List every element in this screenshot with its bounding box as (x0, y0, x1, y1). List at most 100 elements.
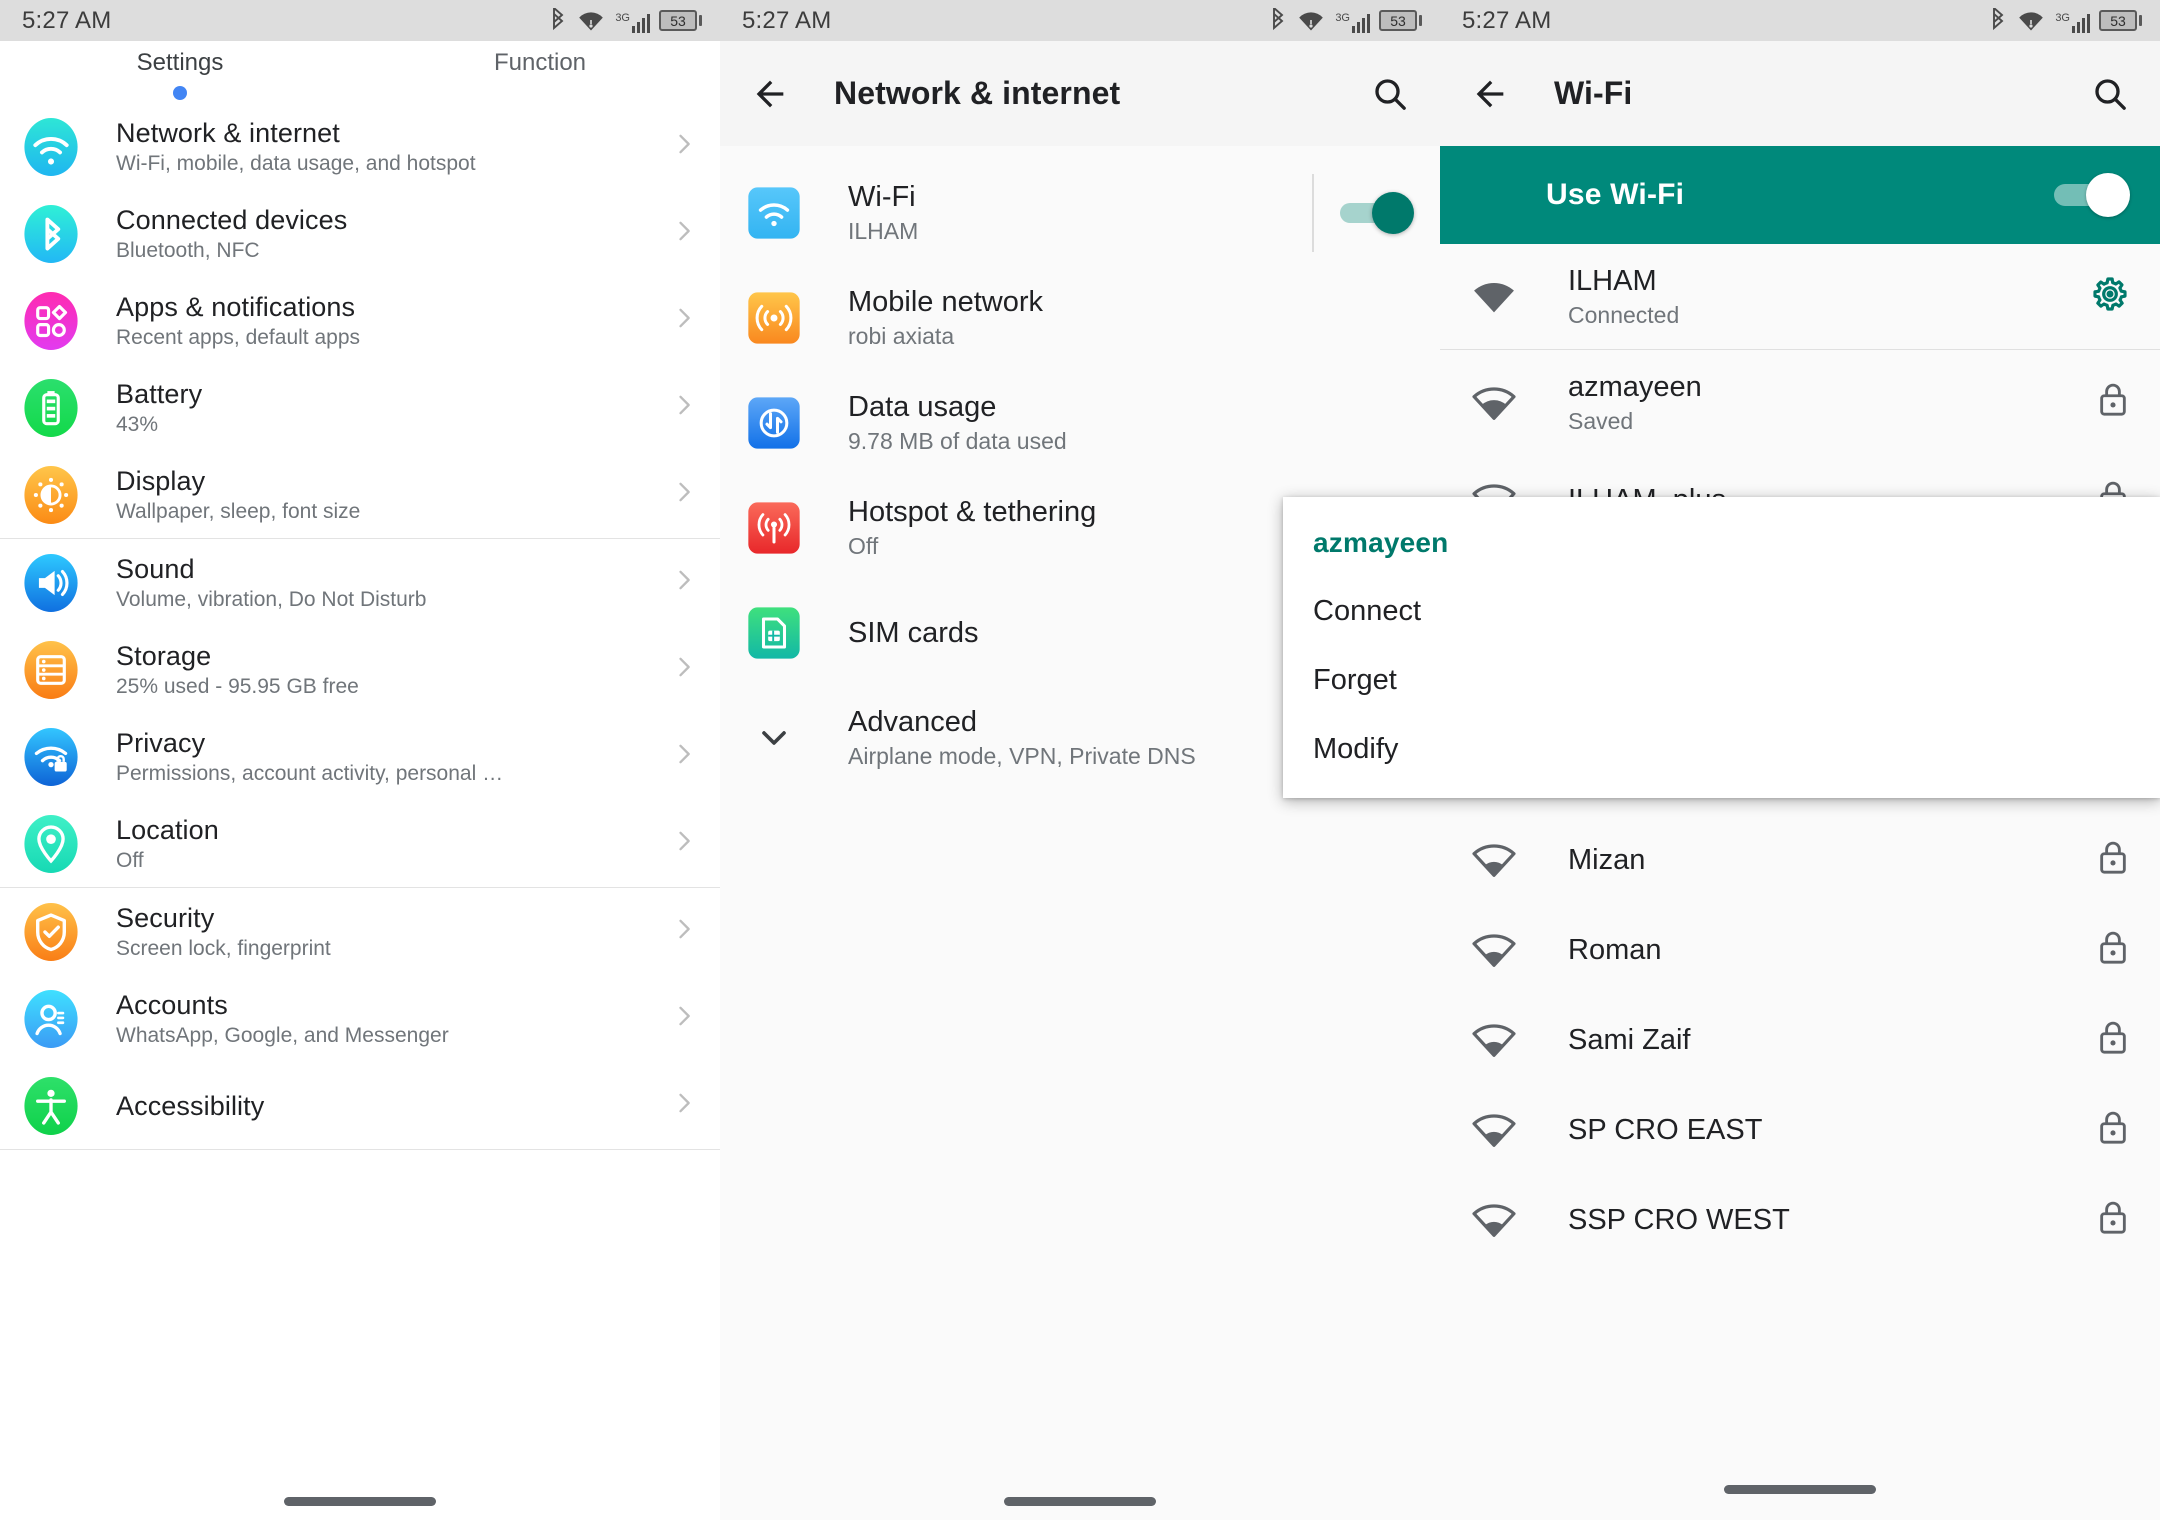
network-row-subtitle: 9.78 MB of data used (848, 427, 1414, 455)
bluetooth-icon (1989, 8, 2007, 34)
back-arrow-icon[interactable] (1470, 74, 1510, 114)
wifi-ssid-label: azmayeen (1568, 370, 2082, 404)
wifi-signal-icon (1466, 1017, 1522, 1063)
gesture-nav-bar[interactable] (1004, 1497, 1156, 1506)
tab-settings-label: Settings (137, 49, 224, 77)
context-menu-item-forget[interactable]: Forget (1283, 646, 2160, 715)
wifi-network-row[interactable]: Mizan (1440, 815, 2160, 905)
battery-icon: 53 (659, 10, 702, 31)
settings-row-network-internet[interactable]: Network & internetWi-Fi, mobile, data us… (0, 103, 720, 190)
settings-row-security[interactable]: SecurityScreen lock, fingerprint (0, 888, 720, 975)
chevron-right-icon (670, 217, 698, 250)
network-row-title: Data usage (848, 390, 1414, 424)
wifi-signal-icon (576, 9, 606, 33)
use-wifi-row[interactable]: Use Wi-Fi (1440, 146, 2160, 244)
gesture-nav-bar[interactable] (1724, 1485, 1876, 1494)
context-menu-item-connect[interactable]: Connect (1283, 577, 2160, 646)
settings-row-accessibility[interactable]: Accessibility (0, 1062, 720, 1149)
wifi-network-row[interactable]: SSP CRO WEST (1440, 1175, 2160, 1265)
storage-icon (22, 641, 80, 699)
data-usage-icon (746, 395, 802, 451)
settings-row-location[interactable]: LocationOff (0, 800, 720, 887)
chevron-down-icon[interactable] (746, 710, 802, 766)
network-type-label: 3G (1335, 13, 1350, 23)
settings-row-battery[interactable]: Battery43% (0, 364, 720, 451)
network-row-subtitle: ILHAM (848, 217, 1312, 245)
settings-row-display[interactable]: DisplayWallpaper, sleep, font size (0, 451, 720, 538)
context-menu-item-modify[interactable]: Modify (1283, 715, 2160, 784)
settings-row-accounts[interactable]: AccountsWhatsApp, Google, and Messenger (0, 975, 720, 1062)
cellular-signal-icon: 3G (1335, 9, 1370, 33)
network-row-mobile-network[interactable]: Mobile networkrobi axiata (720, 265, 1440, 370)
network-row-title: Mobile network (848, 285, 1414, 319)
bluetooth-icon (1269, 8, 1287, 34)
wifi-ssid-label: Sami Zaif (1568, 1023, 2082, 1057)
settings-row-title: Battery (116, 378, 670, 410)
settings-row-title: Network & internet (116, 117, 670, 149)
back-arrow-icon[interactable] (750, 74, 790, 114)
settings-group: Network & internetWi-Fi, mobile, data us… (0, 103, 720, 539)
wifi-network-row[interactable]: SP CRO EAST (1440, 1085, 2160, 1175)
wifi-ssid-label: Mizan (1568, 843, 2082, 877)
chevron-right-icon (670, 1089, 698, 1117)
brightness-icon (22, 466, 80, 524)
search-icon[interactable] (2090, 74, 2130, 114)
battery-level-label: 53 (670, 14, 686, 28)
wifi-status-label: Connected (1568, 301, 2076, 329)
bluetooth-icon (549, 8, 567, 34)
settings-row-connected-devices[interactable]: Connected devicesBluetooth, NFC (0, 190, 720, 277)
settings-row-storage[interactable]: Storage25% used - 95.95 GB free (0, 626, 720, 713)
status-bar-icons: 3G 53 (1269, 8, 1422, 34)
wifi-network-row[interactable]: ILHAMConnected (1440, 244, 2160, 349)
settings-row-subtitle: Wallpaper, sleep, font size (116, 499, 506, 525)
settings-group: SecurityScreen lock, fingerprintAccounts… (0, 888, 720, 1150)
settings-list: Network & internetWi-Fi, mobile, data us… (0, 103, 720, 1150)
use-wifi-toggle[interactable] (2054, 173, 2130, 217)
wifi-network-row[interactable]: Sami Zaif (1440, 995, 2160, 1085)
chevron-right-icon (670, 740, 698, 773)
chevron-right-icon (670, 304, 698, 337)
page-title: Network & internet (834, 75, 1120, 112)
settings-row-subtitle: Volume, vibration, Do Not Disturb (116, 587, 506, 613)
chevron-right-icon (670, 391, 698, 424)
search-icon[interactable] (1370, 74, 1410, 114)
wifi-signal-icon (1466, 927, 1522, 973)
network-appbar: Network & internet (720, 41, 1440, 146)
wifi-network-row[interactable]: Roman (1440, 905, 2160, 995)
settings-row-title: Accounts (116, 989, 670, 1021)
settings-row-title: Privacy (116, 727, 670, 759)
settings-row-subtitle: 43% (116, 412, 506, 438)
wifi-toggle[interactable] (1340, 198, 1414, 228)
gear-icon[interactable] (2090, 274, 2130, 314)
settings-row-title: Sound (116, 553, 670, 585)
wifi-signal-icon (1466, 1107, 1522, 1153)
chevron-right-icon (670, 827, 698, 860)
wifi-icon (22, 118, 80, 176)
tab-active-indicator (173, 86, 187, 100)
chevron-right-icon (670, 304, 698, 332)
cellular-signal-icon: 3G (2055, 9, 2090, 33)
settings-row-privacy[interactable]: PrivacyPermissions, account activity, pe… (0, 713, 720, 800)
hotspot-icon (746, 500, 802, 556)
settings-row-title: Display (116, 465, 670, 497)
status-bar-clock: 5:27 AM (1462, 7, 1551, 35)
gear-icon[interactable] (2090, 301, 2130, 318)
tab-function[interactable]: Function (360, 49, 720, 103)
chevron-right-icon (670, 478, 698, 506)
status-bar: 5:27 AM 3G 53 (0, 0, 720, 41)
status-bar-icons: 3G 53 (1989, 8, 2142, 34)
location-pin-icon (22, 815, 80, 873)
privacy-lock-icon (22, 728, 80, 786)
settings-row-sound[interactable]: SoundVolume, vibration, Do Not Disturb (0, 539, 720, 626)
tab-settings[interactable]: Settings (0, 49, 360, 103)
use-wifi-label: Use Wi-Fi (1546, 178, 1684, 212)
gesture-nav-bar[interactable] (284, 1497, 436, 1506)
network-row-wi-fi[interactable]: Wi-FiILHAM (720, 160, 1440, 265)
wifi-appbar: Wi-Fi (1440, 41, 2160, 146)
cell-tower-icon (746, 290, 802, 346)
network-row-data-usage[interactable]: Data usage 9.78 MB of data used (720, 370, 1440, 475)
wifi-network-row[interactable]: azmayeenSaved (1440, 350, 2160, 455)
settings-row-apps-notifications[interactable]: Apps & notificationsRecent apps, default… (0, 277, 720, 364)
page-title: Wi-Fi (1554, 75, 1632, 112)
chevron-right-icon (670, 740, 698, 768)
